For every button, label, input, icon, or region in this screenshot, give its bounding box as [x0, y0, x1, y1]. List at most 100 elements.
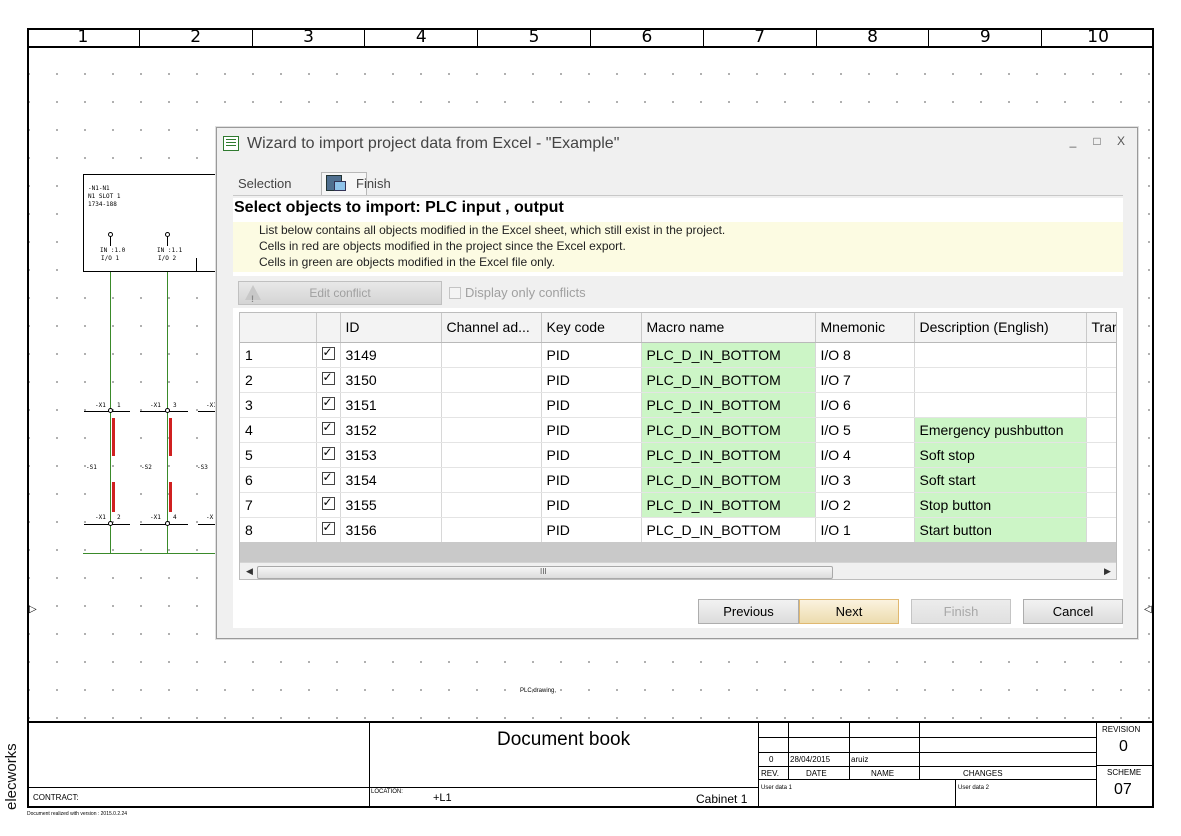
cell-key-code[interactable]: PID: [541, 417, 642, 443]
check-icon[interactable]: [321, 495, 335, 510]
row-checkbox[interactable]: [316, 417, 341, 443]
cell-mnemonic[interactable]: I/O 4: [815, 442, 915, 468]
dialog-titlebar[interactable]: Wizard to import project data from Excel…: [217, 128, 1137, 160]
display-conflicts-checkbox[interactable]: [449, 287, 461, 299]
edit-conflict-button[interactable]: Edit conflict: [238, 281, 442, 310]
cell-tran[interactable]: [1086, 442, 1116, 468]
cell-tran[interactable]: [1086, 392, 1116, 418]
table-row[interactable]: 6 3154 PID PLC_D_IN_BOTTOM I/O 3 Soft st…: [240, 467, 1116, 493]
column-header[interactable]: Mnemonic: [815, 313, 915, 343]
cell-mnemonic[interactable]: I/O 6: [815, 392, 915, 418]
cell-channel[interactable]: [441, 492, 542, 518]
terminal-icon[interactable]: [165, 408, 170, 413]
table-row[interactable]: 8 3156 PID PLC_D_IN_BOTTOM I/O 1 Start b…: [240, 517, 1116, 543]
cell-key-code[interactable]: PID: [541, 392, 642, 418]
cell-tran[interactable]: [1086, 517, 1116, 543]
cell-mnemonic[interactable]: I/O 5: [815, 417, 915, 443]
table-row[interactable]: 1 3149 PID PLC_D_IN_BOTTOM I/O 8: [240, 342, 1116, 368]
cell-key-code[interactable]: PID: [541, 442, 642, 468]
check-icon[interactable]: [321, 345, 335, 360]
cell-macro-name[interactable]: PLC_D_IN_BOTTOM: [641, 417, 816, 443]
row-checkbox[interactable]: [316, 342, 341, 368]
cell-id[interactable]: 3149: [340, 342, 442, 368]
cell-description[interactable]: Soft start: [914, 467, 1087, 493]
cancel-button[interactable]: Cancel: [1023, 599, 1123, 624]
row-checkbox[interactable]: [316, 517, 341, 543]
cell-macro-name[interactable]: PLC_D_IN_BOTTOM: [641, 392, 816, 418]
cell-description[interactable]: [914, 342, 1087, 368]
check-icon[interactable]: [321, 470, 335, 485]
cell-mnemonic[interactable]: I/O 1: [815, 517, 915, 543]
cell-tran[interactable]: [1086, 467, 1116, 493]
cell-mnemonic[interactable]: I/O 8: [815, 342, 915, 368]
cell-key-code[interactable]: PID: [541, 342, 642, 368]
cell-mnemonic[interactable]: I/O 2: [815, 492, 915, 518]
cell-mnemonic[interactable]: I/O 3: [815, 467, 915, 493]
cell-key-code[interactable]: PID: [541, 492, 642, 518]
cell-id[interactable]: 3155: [340, 492, 442, 518]
column-header[interactable]: [240, 313, 317, 343]
cell-id[interactable]: 3156: [340, 517, 442, 543]
cell-channel[interactable]: [441, 367, 542, 393]
table-row[interactable]: 5 3153 PID PLC_D_IN_BOTTOM I/O 4 Soft st…: [240, 442, 1116, 468]
terminal-icon[interactable]: [108, 232, 113, 237]
close-button[interactable]: X: [1113, 134, 1129, 148]
terminal-icon[interactable]: [108, 521, 113, 526]
cell-key-code[interactable]: PID: [541, 367, 642, 393]
row-checkbox[interactable]: [316, 392, 341, 418]
check-icon[interactable]: [321, 370, 335, 385]
cell-description[interactable]: [914, 367, 1087, 393]
column-header[interactable]: Channel ad...: [441, 313, 542, 343]
cell-tran[interactable]: [1086, 367, 1116, 393]
cell-channel[interactable]: [441, 517, 542, 543]
cell-id[interactable]: 3150: [340, 367, 442, 393]
row-checkbox[interactable]: [316, 492, 341, 518]
column-header[interactable]: [316, 313, 341, 343]
cell-tran[interactable]: [1086, 342, 1116, 368]
row-checkbox[interactable]: [316, 367, 341, 393]
scroll-thumb[interactable]: III: [257, 566, 833, 579]
cell-channel[interactable]: [441, 442, 542, 468]
cell-description[interactable]: Emergency pushbutton: [914, 417, 1087, 443]
column-header[interactable]: Macro name: [641, 313, 816, 343]
cell-id[interactable]: 3154: [340, 467, 442, 493]
column-header[interactable]: Key code: [541, 313, 642, 343]
step-finish[interactable]: Finish: [356, 176, 391, 191]
cell-tran[interactable]: [1086, 492, 1116, 518]
row-checkbox[interactable]: [316, 467, 341, 493]
column-header[interactable]: Tran: [1086, 313, 1116, 343]
table-row[interactable]: 7 3155 PID PLC_D_IN_BOTTOM I/O 2 Stop bu…: [240, 492, 1116, 518]
scroll-left-icon[interactable]: ◀: [246, 566, 253, 577]
terminal-icon[interactable]: [108, 408, 113, 413]
cell-id[interactable]: 3153: [340, 442, 442, 468]
cell-tran[interactable]: [1086, 417, 1116, 443]
check-icon[interactable]: [321, 445, 335, 460]
step-selection[interactable]: Selection: [238, 176, 291, 191]
column-header[interactable]: ID: [340, 313, 442, 343]
horizontal-scrollbar[interactable]: ◀ III ▶: [240, 562, 1116, 579]
cell-macro-name[interactable]: PLC_D_IN_BOTTOM: [641, 467, 816, 493]
cell-mnemonic[interactable]: I/O 7: [815, 367, 915, 393]
cell-description[interactable]: Start button: [914, 517, 1087, 543]
cell-macro-name[interactable]: PLC_D_IN_BOTTOM: [641, 492, 816, 518]
table-row[interactable]: 2 3150 PID PLC_D_IN_BOTTOM I/O 7: [240, 367, 1116, 393]
wire[interactable]: [83, 553, 216, 554]
cell-macro-name[interactable]: PLC_D_IN_BOTTOM: [641, 342, 816, 368]
check-icon[interactable]: [321, 420, 335, 435]
cell-description[interactable]: Stop button: [914, 492, 1087, 518]
check-icon[interactable]: [321, 520, 335, 535]
previous-button[interactable]: Previous: [698, 599, 799, 624]
cell-channel[interactable]: [441, 392, 542, 418]
cell-id[interactable]: 3152: [340, 417, 442, 443]
column-header[interactable]: Description (English): [914, 313, 1087, 343]
finish-button[interactable]: Finish: [911, 599, 1011, 624]
scroll-right-icon[interactable]: ▶: [1104, 566, 1111, 577]
cell-key-code[interactable]: PID: [541, 517, 642, 543]
cell-description[interactable]: Soft stop: [914, 442, 1087, 468]
minimize-button[interactable]: _: [1065, 134, 1081, 148]
cell-channel[interactable]: [441, 467, 542, 493]
cell-channel[interactable]: [441, 342, 542, 368]
terminal-icon[interactable]: [165, 521, 170, 526]
wire[interactable]: [167, 272, 168, 554]
cell-description[interactable]: [914, 392, 1087, 418]
